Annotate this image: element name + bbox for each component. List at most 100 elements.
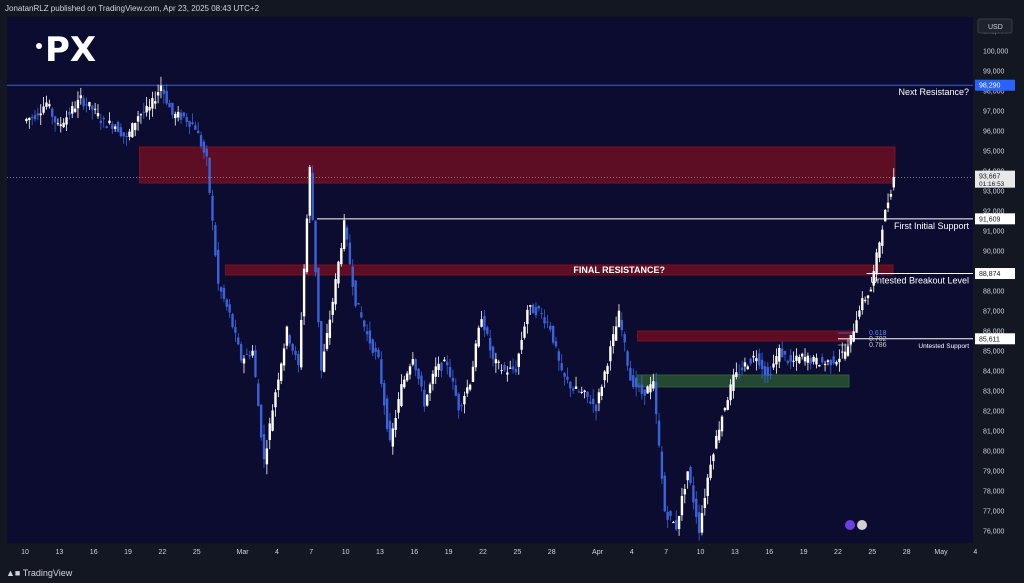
- candle-body: [136, 116, 140, 122]
- candle-body: [85, 104, 88, 106]
- candle-body: [50, 108, 54, 117]
- y-tick-label: 78,000: [983, 489, 1005, 496]
- candle-body: [73, 108, 77, 112]
- candle-body: [131, 123, 134, 138]
- candle-body: [646, 386, 649, 394]
- candle-body: [720, 416, 724, 432]
- candle-body: [165, 90, 168, 104]
- candle-body: [540, 313, 543, 315]
- candle-body: [803, 356, 807, 362]
- candle-body: [769, 374, 772, 376]
- candle-body: [360, 312, 363, 318]
- candle-body: [340, 248, 343, 265]
- candle-body: [383, 383, 386, 406]
- candle-body: [88, 101, 91, 107]
- candle-body: [468, 384, 472, 390]
- candle-body: [371, 339, 374, 353]
- candle-body: [606, 365, 609, 375]
- candle-body: [128, 131, 131, 137]
- candle-body: [637, 385, 641, 387]
- candle-body: [706, 477, 709, 496]
- candle-body: [76, 99, 80, 109]
- candle-body: [617, 310, 621, 327]
- level-label-1: First Initial Support: [894, 221, 970, 231]
- candle-body: [191, 122, 194, 124]
- candle-body: [729, 384, 732, 401]
- candle-body: [755, 358, 758, 362]
- candle-body: [239, 344, 243, 361]
- candle-body: [477, 327, 480, 347]
- candle-body: [740, 367, 744, 371]
- candle-body: [374, 347, 377, 352]
- candle-body: [886, 202, 890, 209]
- y-tick-label: 87,000: [983, 309, 1005, 316]
- candle-body: [68, 111, 71, 115]
- candle-body: [440, 362, 443, 371]
- candle-body: [154, 101, 157, 104]
- candle-body: [211, 195, 214, 221]
- candle-body: [486, 327, 489, 334]
- candle-body: [531, 304, 535, 314]
- candle-body: [626, 351, 629, 366]
- flag-icon[interactable]: [857, 520, 867, 530]
- candle-body: [331, 301, 334, 315]
- candle-body: [775, 356, 778, 365]
- candle-body: [294, 350, 297, 355]
- candle-body: [483, 315, 486, 331]
- candle-body: [792, 360, 795, 362]
- candle-body: [159, 85, 163, 91]
- axis-price-tag-text-0: 98,290: [979, 83, 1001, 90]
- candle-body: [151, 98, 154, 109]
- candle-body: [697, 512, 701, 533]
- watermark-logo: PX: [45, 30, 96, 70]
- candle-body: [723, 408, 727, 411]
- candle-body: [394, 418, 397, 430]
- candle-body: [254, 350, 257, 377]
- candle-body: [488, 337, 492, 351]
- candle-body: [612, 334, 615, 346]
- candle-body: [171, 102, 174, 115]
- y-tick-label: 95,000: [983, 149, 1005, 156]
- watermark-dot: [36, 43, 42, 49]
- candle-body: [677, 515, 681, 530]
- candle-body: [454, 385, 458, 396]
- candle-body: [185, 117, 188, 122]
- candle-body: [569, 381, 572, 389]
- event-icon[interactable]: [845, 520, 855, 530]
- candle-body: [577, 391, 581, 393]
- candle-body: [354, 280, 357, 306]
- chart-pane[interactable]: PX FINAL RESISTANCE? Next Resistance? 98,29…: [7, 17, 1017, 562]
- y-tick-label: 82,000: [983, 409, 1005, 416]
- candle-body: [334, 279, 337, 305]
- footer-brand[interactable]: TradingView: [23, 568, 73, 578]
- x-tick-label: 7: [664, 549, 668, 556]
- candle-body: [408, 366, 412, 375]
- candle-body: [534, 307, 538, 316]
- candle-body: [692, 485, 695, 503]
- x-tick-label: 19: [445, 549, 453, 556]
- candle-body: [520, 339, 523, 350]
- candle-body: [835, 361, 838, 365]
- candle-body: [208, 157, 211, 193]
- candle-body: [663, 475, 666, 512]
- candle-body: [257, 383, 260, 407]
- tradingview-logo-icon[interactable]: ▲■: [0, 564, 20, 583]
- candle-body: [852, 331, 855, 342]
- candle-body: [763, 366, 767, 376]
- candle-body: [806, 355, 810, 363]
- candle-body: [337, 261, 340, 284]
- candle-body: [443, 359, 446, 362]
- candle-body: [162, 89, 166, 94]
- candle-body: [838, 358, 841, 363]
- x-tick-label: 19: [800, 549, 808, 556]
- candle-body: [82, 98, 85, 107]
- currency-label[interactable]: USD: [988, 24, 1003, 31]
- candle-body: [434, 366, 437, 377]
- candlestick-chart[interactable]: PX FINAL RESISTANCE? Next Resistance? 98,29…: [7, 17, 1017, 562]
- y-tick-label: 80,000: [983, 449, 1005, 456]
- candle-body: [514, 368, 518, 373]
- candle-body: [712, 454, 715, 462]
- candle-body: [105, 126, 108, 129]
- x-tick-label: May: [934, 549, 948, 556]
- candle-body: [474, 343, 478, 368]
